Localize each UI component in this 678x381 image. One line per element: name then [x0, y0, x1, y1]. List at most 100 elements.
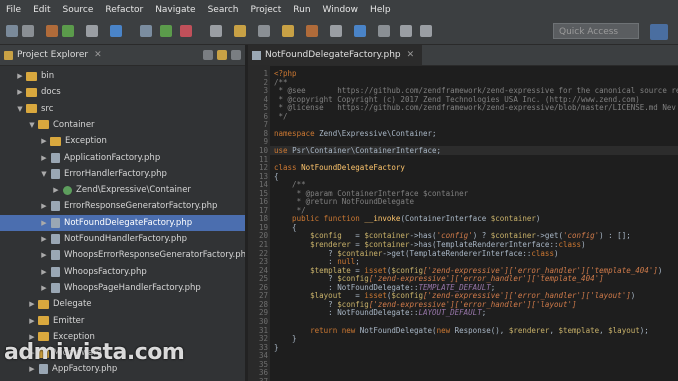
- chevron-right-icon[interactable]: ▶: [40, 235, 48, 243]
- tree-item[interactable]: ▶ ApplicationFactory.php: [0, 150, 245, 166]
- tree-item[interactable]: ▶ bin: [0, 68, 245, 84]
- tree-item[interactable]: ▶ WhoopsErrorResponseGeneratorFactory.php: [0, 247, 245, 263]
- php-file-icon: [39, 364, 48, 375]
- save-icon[interactable]: [22, 25, 34, 37]
- tree-item[interactable]: ▶ Exception: [0, 133, 245, 149]
- chevron-right-icon[interactable]: ▶: [28, 317, 36, 325]
- new-icon[interactable]: [6, 25, 18, 37]
- chevron-down-icon[interactable]: ▼: [28, 121, 36, 129]
- tree-item[interactable]: ▶ ErrorResponseGeneratorFactory.php: [0, 198, 245, 214]
- back-icon[interactable]: [400, 25, 412, 37]
- perspective-icon[interactable]: [650, 24, 668, 40]
- debug-icon[interactable]: [46, 25, 58, 37]
- menu-file[interactable]: File: [0, 5, 27, 15]
- php-file-icon: [51, 266, 60, 277]
- editor-tab-bar: NotFoundDelegateFactory.php ✕: [248, 45, 678, 66]
- menu-search[interactable]: Search: [202, 5, 245, 15]
- code-token: ) : [];: [599, 231, 631, 241]
- tree-item[interactable]: ▶ Emitter: [0, 313, 245, 329]
- chevron-right-icon[interactable]: ▶: [40, 219, 48, 227]
- menu-run[interactable]: Run: [287, 5, 316, 15]
- tree-item[interactable]: ▼ ErrorHandlerFactory.php: [0, 166, 245, 182]
- menu-help[interactable]: Help: [364, 5, 397, 15]
- collapse-all-icon[interactable]: [203, 50, 213, 60]
- tree-item[interactable]: ▶ NotFoundHandlerFactory.php: [0, 231, 245, 247]
- tree-item[interactable]: ▶ Delegate: [0, 296, 245, 312]
- chevron-right-icon[interactable]: ▶: [52, 186, 60, 194]
- tab-project-explorer[interactable]: Project Explorer ✕: [0, 50, 102, 60]
- run-icon[interactable]: [62, 25, 74, 37]
- code-line: }: [274, 343, 279, 352]
- tree-item[interactable]: ▶ docs: [0, 84, 245, 100]
- code-token: use: [274, 145, 293, 155]
- chevron-down-icon[interactable]: ▼: [16, 105, 24, 113]
- code-token: ): [581, 240, 586, 249]
- close-icon[interactable]: ✕: [407, 50, 415, 60]
- menu-refactor[interactable]: Refactor: [99, 5, 149, 15]
- play-icon[interactable]: [160, 25, 172, 37]
- tree-item[interactable]: ▶ WhoopsFactory.php: [0, 264, 245, 280]
- folder-icon: [26, 87, 37, 97]
- code-token: $renderer: [508, 325, 550, 335]
- quick-access-input[interactable]: Quick Access: [553, 23, 639, 39]
- code-line: */: [274, 112, 288, 121]
- search-icon[interactable]: [210, 25, 222, 37]
- close-icon[interactable]: ✕: [94, 50, 102, 60]
- chevron-right-icon[interactable]: ▶: [40, 268, 48, 276]
- menu-window[interactable]: Window: [317, 5, 365, 15]
- line-gutter: 1 2 3 4 5 6 7 8 9 10 11 12 13 14 15 16 17 18 19 20 21 22 23 24 2…: [248, 66, 270, 381]
- chevron-right-icon[interactable]: ▶: [40, 154, 48, 162]
- tree-item[interactable]: ▼ Container: [0, 117, 245, 133]
- forward-icon[interactable]: [420, 25, 432, 37]
- folder-icon[interactable]: [234, 25, 246, 37]
- code-token: ): [553, 248, 559, 258]
- chevron-right-icon[interactable]: ▶: [40, 284, 48, 292]
- pin-icon[interactable]: [378, 25, 390, 37]
- code-token: */: [274, 111, 288, 121]
- tree-item[interactable]: ▼ src: [0, 101, 245, 117]
- chevron-right-icon[interactable]: ▶: [40, 137, 48, 145]
- tab-notfounddelegatefactory[interactable]: NotFoundDelegateFactory.php ✕: [248, 45, 423, 65]
- code-editor: NotFoundDelegateFactory.php ✕ 1234567891…: [248, 45, 678, 381]
- nav-icon[interactable]: [140, 25, 152, 37]
- explorer-title: Project Explorer: [17, 50, 89, 60]
- format-icon[interactable]: [354, 25, 366, 37]
- tree-item-label: WhoopsPageHandlerFactory.php: [64, 282, 201, 293]
- stop-icon[interactable]: [180, 25, 192, 37]
- code-token: @license: [287, 103, 324, 113]
- tree-item-label: AppFactory.php: [52, 364, 118, 375]
- tree-item[interactable]: ▶ Zend\Expressive\Container: [0, 182, 245, 198]
- php-file-icon: [51, 152, 60, 163]
- chevron-right-icon[interactable]: ▶: [28, 365, 36, 373]
- chevron-right-icon[interactable]: ▶: [28, 300, 36, 308]
- edit-icon[interactable]: [330, 25, 342, 37]
- tree-item-label: Delegate: [53, 299, 92, 310]
- tool-icon[interactable]: [258, 25, 270, 37]
- menu-source[interactable]: Source: [57, 5, 100, 15]
- view-menu-icon[interactable]: [231, 50, 241, 60]
- target-icon[interactable]: [110, 25, 122, 37]
- code-token: (ContainerInterface: [400, 214, 491, 224]
- chevron-right-icon[interactable]: ▶: [40, 202, 48, 210]
- menu-navigate[interactable]: Navigate: [149, 5, 201, 15]
- code-line: * @license https://github.com/zendframew…: [274, 103, 676, 112]
- code-token: LAYOUT_DEFAULT: [418, 308, 482, 318]
- chevron-right-icon[interactable]: ▶: [16, 88, 24, 96]
- menu-edit[interactable]: Edit: [27, 5, 56, 15]
- php-file-icon: [51, 282, 60, 293]
- chevron-right-icon[interactable]: ▶: [16, 72, 24, 80]
- code-token: Zend\Expressive\Container;: [319, 128, 437, 138]
- chevron-right-icon[interactable]: ▶: [40, 251, 48, 259]
- tree-item[interactable]: ▶ NotFoundDelegateFactory.php: [0, 214, 245, 231]
- open-folder-icon[interactable]: [282, 25, 294, 37]
- menu-project[interactable]: Project: [244, 5, 287, 15]
- settings-icon[interactable]: [86, 25, 98, 37]
- code-token: $layout: [608, 325, 640, 335]
- tree-item[interactable]: ▶ WhoopsPageHandlerFactory.php: [0, 280, 245, 296]
- php-file-icon: [51, 168, 60, 179]
- project-explorer: Project Explorer ✕ ▶ bin ▶ docs ▼ src ▼ Contain…: [0, 45, 245, 381]
- build-icon[interactable]: [306, 25, 318, 37]
- chevron-down-icon[interactable]: ▼: [40, 170, 48, 178]
- code-token: }: [274, 342, 279, 352]
- link-editor-icon[interactable]: [217, 50, 227, 60]
